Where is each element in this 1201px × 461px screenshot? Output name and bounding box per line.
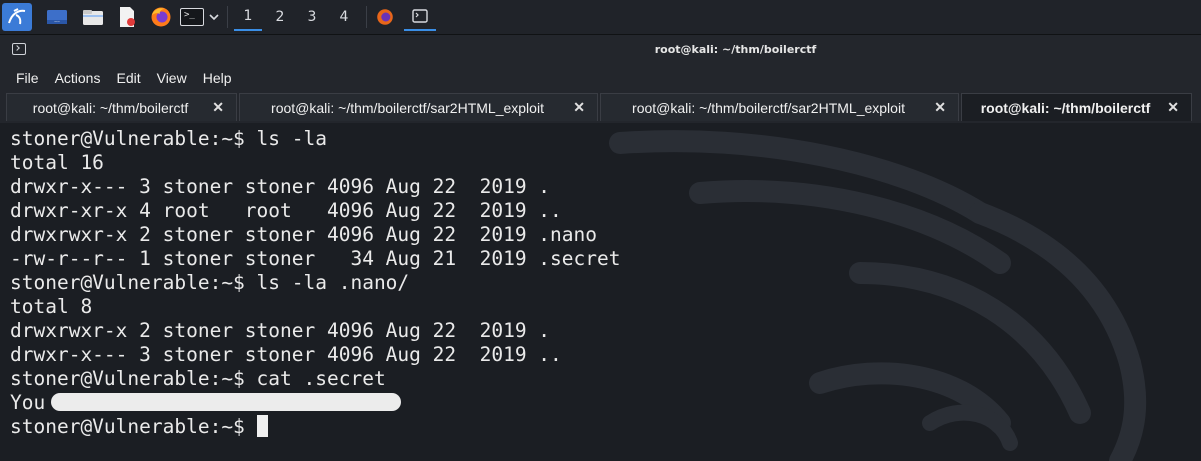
terminal-line: -rw-r--r-- 1 stoner stoner 34 Aug 21 201… xyxy=(10,247,620,271)
terminal-line: stoner@Vulnerable:~$ ls -la .nano/ xyxy=(10,271,620,295)
terminal-text: stoner@Vulnerable:~$ cat .secret xyxy=(10,367,386,390)
terminal-line: stoner@Vulnerable:~$ xyxy=(10,414,620,439)
terminal-line: stoner@Vulnerable:~$ ls -la xyxy=(10,127,620,151)
terminal-text: stoner@Vulnerable:~$ ls -la .nano/ xyxy=(10,271,410,294)
terminal-prompt: stoner@Vulnerable:~$ xyxy=(10,415,257,438)
text-cursor xyxy=(256,414,268,437)
terminal-line: drwxr-x--- 3 stoner stoner 4096 Aug 22 2… xyxy=(10,175,620,199)
menu-view[interactable]: View xyxy=(149,70,195,86)
text-editor-icon[interactable] xyxy=(114,3,140,31)
terminal-text: drwxrwxr-x 2 stoner stoner 4096 Aug 22 2… xyxy=(10,223,597,246)
terminal-text: -rw-r--r-- 1 stoner stoner 34 Aug 21 201… xyxy=(10,247,621,270)
menu-help[interactable]: Help xyxy=(195,70,240,86)
taskbar-separator xyxy=(227,6,228,28)
firefox-icon[interactable] xyxy=(148,3,174,31)
terminal-line: drwxr-x--- 3 stoner stoner 4096 Aug 22 2… xyxy=(10,343,620,367)
tab-bar: root@kali: ~/thm/boilerctf ✕ root@kali: … xyxy=(0,91,1201,123)
terminal-text: stoner@Vulnerable:~$ ls -la xyxy=(10,127,327,150)
menu-actions[interactable]: Actions xyxy=(47,70,109,86)
menu-edit[interactable]: Edit xyxy=(108,70,148,86)
terminal-output[interactable]: stoner@Vulnerable:~$ ls -la total 16 drw… xyxy=(0,123,1201,461)
terminal-text: total 16 xyxy=(10,151,104,174)
terminal-line: stoner@Vulnerable:~$ cat .secret xyxy=(10,367,620,391)
redaction-mask xyxy=(51,392,402,411)
terminal-text: drwxr-x--- 3 stoner stoner 4096 Aug 22 2… xyxy=(10,175,551,198)
terminal-text: total 8 xyxy=(10,295,93,318)
tab-4-active[interactable]: root@kali: ~/thm/boilerctf ✕ xyxy=(961,93,1192,121)
terminal-text: drwxr-xr-x 4 root root 4096 Aug 22 2019 … xyxy=(10,199,562,222)
workspace-4[interactable]: 4 xyxy=(330,3,358,31)
close-icon[interactable]: ✕ xyxy=(934,99,946,116)
tab-1[interactable]: root@kali: ~/thm/boilerctf ✕ xyxy=(6,93,237,121)
terminal-line: You xyxy=(10,391,620,415)
tab-2[interactable]: root@kali: ~/thm/boilerctf/sar2HTML_expl… xyxy=(239,93,598,121)
close-icon[interactable]: ✕ xyxy=(212,99,224,116)
terminal-text: drwxrwxr-x 2 stoner stoner 4096 Aug 22 2… xyxy=(10,319,551,342)
close-icon[interactable]: ✕ xyxy=(573,99,585,116)
taskbar: ... >_ 1 2 3 4 xyxy=(0,0,1201,35)
svg-text:...: ... xyxy=(54,17,60,24)
tab-label: root@kali: ~/thm/boilerctf/sar2HTML_expl… xyxy=(632,99,905,116)
terminal-line: total 8 xyxy=(10,295,620,319)
kali-menu-icon[interactable] xyxy=(2,3,32,31)
desktop-icon[interactable]: ... xyxy=(44,3,70,31)
file-manager-icon[interactable] xyxy=(80,3,106,31)
window-titlebar: root@kali: ~/thm/boilerctf xyxy=(0,35,1201,65)
tab-label: root@kali: ~/thm/boilerctf/sar2HTML_expl… xyxy=(271,99,544,116)
terminal-line: total 16 xyxy=(10,151,620,175)
workspace-3[interactable]: 3 xyxy=(298,3,326,31)
menu-bar: File Actions Edit View Help xyxy=(0,65,1201,91)
workspace-1[interactable]: 1 xyxy=(234,3,262,31)
terminal-text: drwxr-x--- 3 stoner stoner 4096 Aug 22 2… xyxy=(10,343,562,366)
workspace-2[interactable]: 2 xyxy=(266,3,294,31)
close-icon[interactable]: ✕ xyxy=(1167,99,1179,116)
tab-label: root@kali: ~/thm/boilerctf xyxy=(32,99,189,116)
chevron-down-icon[interactable] xyxy=(206,3,222,31)
menu-file[interactable]: File xyxy=(8,70,47,86)
tab-3[interactable]: root@kali: ~/thm/boilerctf/sar2HTML_expl… xyxy=(600,93,959,121)
terminal-text: You xyxy=(10,391,46,414)
tab-label: root@kali: ~/thm/boilerctf xyxy=(980,99,1151,116)
terminal-running-icon[interactable] xyxy=(404,3,436,31)
window-title: root@kali: ~/thm/boilerctf xyxy=(654,43,817,56)
taskbar-separator xyxy=(366,6,367,28)
terminal-icon[interactable]: >_ xyxy=(180,3,204,31)
terminal-line: drwxr-xr-x 4 root root 4096 Aug 22 2019 … xyxy=(10,199,620,223)
terminal-line: drwxrwxr-x 2 stoner stoner 4096 Aug 22 2… xyxy=(10,319,620,343)
terminal-lines: stoner@Vulnerable:~$ ls -la total 16 drw… xyxy=(10,127,620,439)
terminal-line: drwxrwxr-x 2 stoner stoner 4096 Aug 22 2… xyxy=(10,223,620,247)
firefox-running-icon[interactable] xyxy=(372,3,398,31)
